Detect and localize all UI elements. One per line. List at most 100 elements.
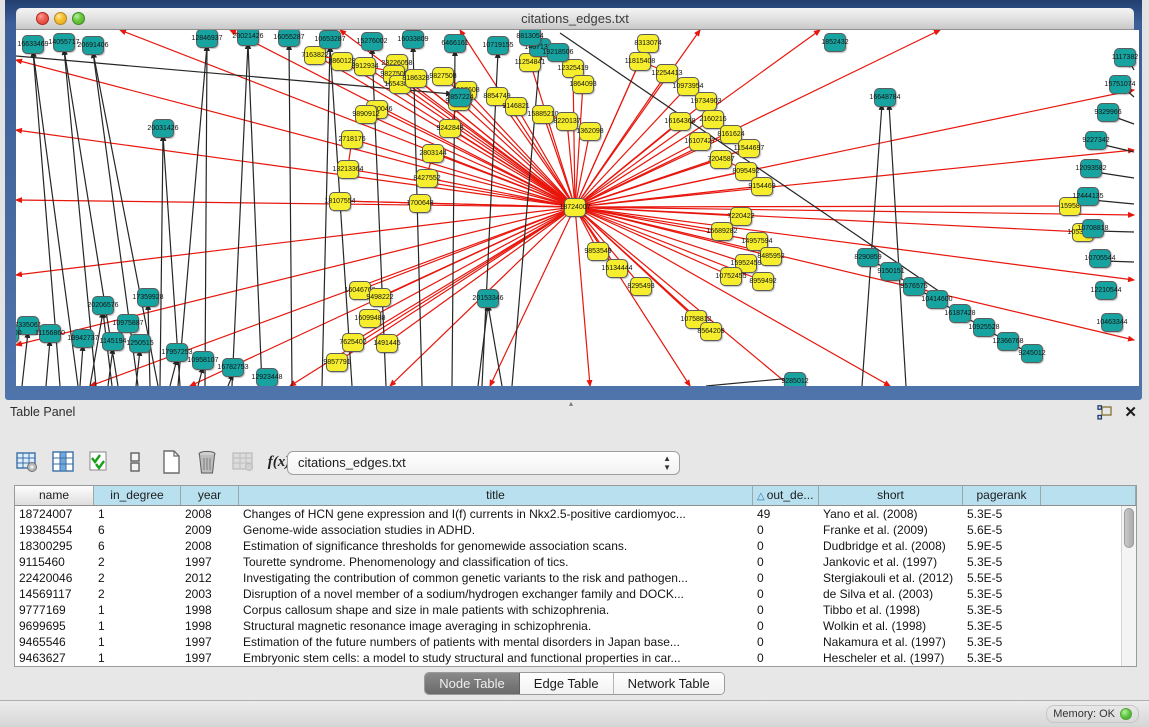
graph-node[interactable]: 17957253: [166, 343, 188, 362]
column-header-title[interactable]: title: [239, 486, 753, 505]
graph-node[interactable]: 10958107: [192, 351, 214, 370]
column-header-name[interactable]: name: [15, 486, 94, 505]
graph-node[interactable]: 8813054: [519, 30, 541, 46]
graph-node[interactable]: 15134444: [606, 259, 628, 278]
graph-node[interactable]: 1864093: [572, 75, 594, 94]
table-row[interactable]: 969969511998Structural magnetic resonanc…: [15, 618, 1121, 634]
network-canvas[interactable]: 1872400771638228860128891293423226058982…: [16, 30, 1139, 386]
table-row[interactable]: 1872400712008Changes of HCN gene express…: [15, 506, 1121, 522]
graph-node[interactable]: 16782753: [222, 358, 244, 377]
graph-node[interactable]: 8912934: [354, 57, 376, 76]
graph-node[interactable]: 16033809: [402, 30, 424, 49]
graph-node[interactable]: 6466161: [444, 34, 466, 53]
graph-node[interactable]: 8959492: [752, 272, 774, 291]
graph-node[interactable]: 7857224: [449, 88, 471, 107]
graph-node[interactable]: 9890912: [355, 105, 377, 124]
table-import-check-icon[interactable]: [86, 449, 112, 475]
graph-node[interactable]: 15885210: [532, 105, 554, 124]
graph-node[interactable]: 11815408: [629, 52, 651, 71]
graph-node[interactable]: 10975887: [117, 314, 139, 333]
vertical-scrollbar[interactable]: [1121, 506, 1136, 666]
graph-node[interactable]: 8220137: [556, 112, 578, 131]
table-row[interactable]: 1830029562008Estimation of significance …: [15, 538, 1121, 554]
graph-node[interactable]: 16107427: [689, 132, 711, 151]
graph-node[interactable]: 9154469: [751, 177, 773, 196]
graph-node[interactable]: 12254413: [656, 64, 678, 83]
new-document-icon[interactable]: [158, 449, 184, 475]
table-row[interactable]: 1938455462009Genome-wide association stu…: [15, 522, 1121, 538]
graph-node[interactable]: 8290859: [857, 248, 879, 267]
column-header-indegree[interactable]: in_degree: [94, 486, 181, 505]
graph-node[interactable]: 9498222: [369, 288, 391, 307]
table-selector-dropdown[interactable]: citations_edges.txt ▲ ▼: [287, 451, 680, 475]
graph-node[interactable]: 16633469: [22, 35, 44, 54]
graph-node[interactable]: 18724007: [564, 198, 586, 217]
table-row[interactable]: 946554611997Estimation of the future num…: [15, 634, 1121, 650]
graph-node[interactable]: 15751074: [1109, 75, 1131, 94]
graph-node[interactable]: 12210544: [1095, 281, 1117, 300]
graph-node[interactable]: 9227342: [1085, 131, 1107, 150]
graph-node[interactable]: 10752455: [720, 267, 742, 286]
graph-node[interactable]: 12093582: [1080, 159, 1102, 178]
graph-node[interactable]: 11156860: [39, 324, 61, 343]
graph-node[interactable]: 8860128: [331, 52, 353, 71]
graph-node[interactable]: 2718176: [341, 130, 363, 149]
graph-node[interactable]: 1491445: [376, 334, 398, 353]
graph-node[interactable]: 11544697: [738, 139, 760, 158]
graph-node[interactable]: 20206576: [92, 296, 114, 315]
graph-node[interactable]: 9853549: [587, 242, 609, 261]
graph-node[interactable]: 8313074: [637, 34, 659, 53]
graph-node[interactable]: 20021426: [237, 30, 259, 46]
graph-node[interactable]: 12444135: [1077, 187, 1099, 206]
graph-node[interactable]: 2803144: [422, 144, 444, 163]
scrollbar-thumb[interactable]: [1124, 508, 1134, 548]
column-header-short[interactable]: short: [819, 486, 963, 505]
graph-node[interactable]: 19218506: [547, 43, 569, 62]
graph-node[interactable]: 10705544: [1089, 249, 1111, 268]
graph-node[interactable]: 7220422: [730, 207, 752, 226]
graph-node[interactable]: 13942737: [72, 329, 94, 348]
graph-node[interactable]: 9242848: [439, 119, 461, 138]
table-row[interactable]: 946362711997Embryonic stem cells: a mode…: [15, 650, 1121, 666]
graph-node[interactable]: 20031426: [152, 119, 174, 138]
graph-node[interactable]: 20691406: [82, 36, 104, 55]
graph-node[interactable]: 10925528: [973, 318, 995, 337]
graph-node[interactable]: 10719155: [487, 36, 509, 55]
graph-node[interactable]: 10463344: [1101, 313, 1123, 332]
graph-node[interactable]: 12366768: [997, 332, 1019, 351]
graph-node[interactable]: 9285012: [784, 372, 806, 386]
tab-edge-table[interactable]: Edge Table: [520, 673, 614, 694]
graph-node[interactable]: 14055717: [53, 33, 75, 52]
graph-node[interactable]: 1145194: [102, 332, 124, 351]
graph-node[interactable]: 19734903: [695, 92, 717, 111]
graph-node[interactable]: 7625402: [342, 333, 364, 352]
graph-node[interactable]: 1117382: [1114, 48, 1136, 67]
graph-node[interactable]: 10708818: [1082, 219, 1104, 238]
window-titlebar[interactable]: citations_edges.txt: [16, 8, 1134, 30]
delete-trash-icon[interactable]: [194, 449, 220, 475]
graph-node[interactable]: 20153346: [477, 289, 499, 308]
graph-node[interactable]: 9827508: [432, 67, 454, 86]
column-header-year[interactable]: year: [181, 486, 239, 505]
graph-node[interactable]: 15276002: [361, 32, 383, 51]
graph-node[interactable]: 12846937: [196, 30, 218, 48]
graph-node[interactable]: 17359928: [137, 288, 159, 307]
graph-node[interactable]: 9857791: [326, 353, 348, 372]
graph-node[interactable]: 1700648: [409, 194, 431, 213]
tab-node-table[interactable]: Node Table: [425, 673, 520, 694]
graph-node[interactable]: 18107554: [329, 192, 351, 211]
graph-node[interactable]: 13213364: [337, 160, 359, 179]
graph-node[interactable]: 16099488: [359, 309, 381, 328]
table-column-icon[interactable]: [50, 449, 76, 475]
close-panel-icon[interactable]: ✕: [1124, 403, 1137, 421]
graph-node[interactable]: 9329966: [1097, 103, 1119, 122]
graph-node[interactable]: 9150151: [880, 262, 902, 281]
graph-node[interactable]: 7204587: [710, 150, 732, 169]
graph-node[interactable]: 16187428: [949, 304, 971, 323]
graph-node[interactable]: 12923448: [256, 368, 278, 386]
graph-node[interactable]: 1250515: [129, 334, 151, 353]
graph-node[interactable]: 16055287: [278, 30, 300, 47]
table-settings-icon[interactable]: [14, 449, 40, 475]
table-row[interactable]: 1456911722003Disruption of a novel membe…: [15, 586, 1121, 602]
column-header-outde[interactable]: △out_de...: [753, 486, 819, 505]
